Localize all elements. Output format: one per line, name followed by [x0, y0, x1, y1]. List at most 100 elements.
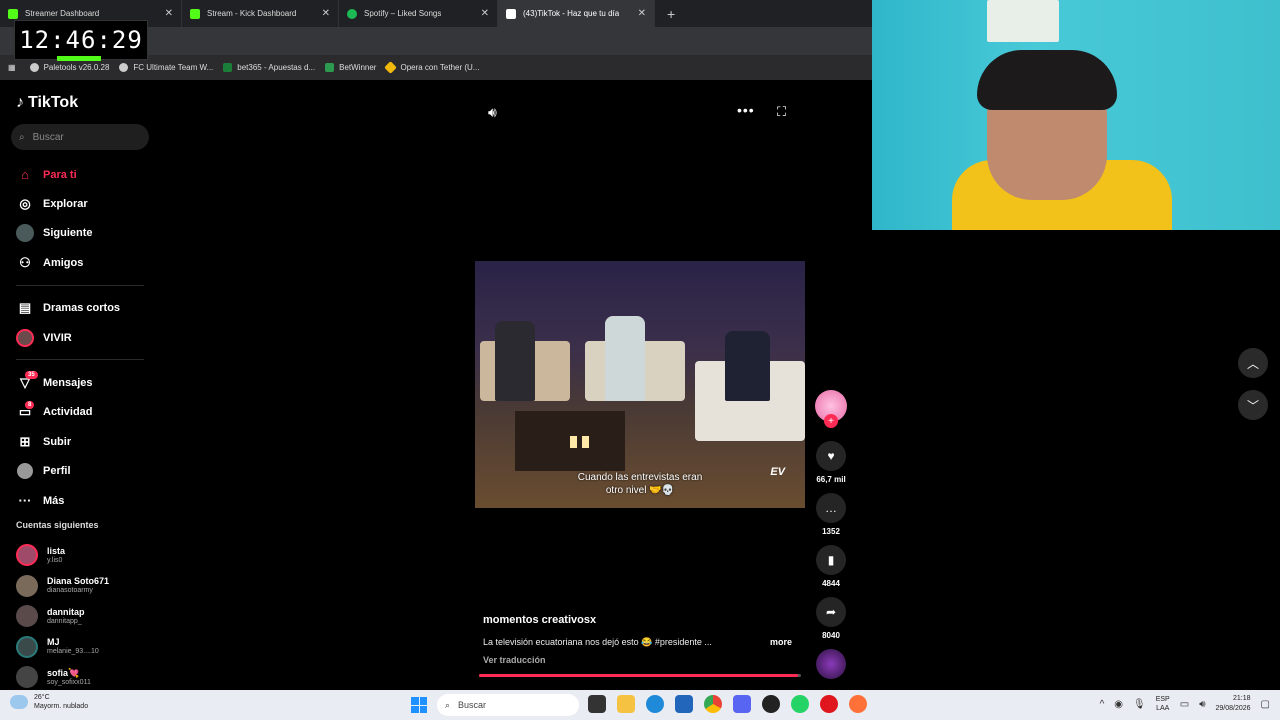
- nav-label: Amigos: [43, 256, 84, 269]
- chrome-icon[interactable]: [704, 695, 722, 713]
- search-input[interactable]: ⌕ Buscar: [11, 124, 149, 150]
- store-icon[interactable]: [675, 695, 693, 713]
- previous-video-button[interactable]: ︿: [1238, 348, 1268, 378]
- discord-icon[interactable]: [733, 695, 751, 713]
- edge-icon[interactable]: [646, 695, 664, 713]
- spotify-icon: [347, 8, 357, 19]
- obs-icon[interactable]: [762, 695, 780, 713]
- sidebar-item-mas[interactable]: ··· Más: [16, 486, 146, 515]
- home-icon: ⌂: [21, 167, 29, 183]
- creator-avatar[interactable]: +: [815, 390, 847, 428]
- firefox-icon[interactable]: [849, 695, 867, 713]
- video-person-left: [495, 321, 535, 401]
- activity-badge: 8: [25, 400, 35, 409]
- nav-label: Más: [43, 494, 65, 507]
- more-icon: ···: [18, 493, 32, 509]
- apps-icon[interactable]: ▦: [8, 63, 16, 72]
- heart-icon[interactable]: ♥: [816, 441, 846, 471]
- microphone-icon[interactable]: 🎙︎: [1133, 699, 1146, 710]
- sidebar-item-siguiente[interactable]: Siguiente: [16, 219, 146, 248]
- close-icon[interactable]: ✕: [322, 8, 330, 19]
- logo-text: TikTok: [28, 94, 79, 111]
- file-explorer-icon[interactable]: [617, 695, 635, 713]
- tiktok-logo[interactable]: ♪ TikTok: [16, 94, 78, 112]
- comment-action[interactable]: … 1352: [815, 493, 847, 536]
- follow-plus-icon[interactable]: +: [824, 414, 838, 428]
- following-account[interactable]: lista y.lis0: [16, 540, 146, 571]
- share-icon[interactable]: ➦: [816, 597, 846, 627]
- close-icon[interactable]: ✕: [638, 8, 646, 19]
- compass-icon: ◎: [19, 196, 31, 212]
- tiktok-icon: ♪: [16, 94, 24, 111]
- translate-link[interactable]: Ver traducción: [483, 655, 546, 665]
- bet365-icon: [223, 63, 233, 72]
- taskbar-apps: [588, 695, 867, 713]
- notification-icon[interactable]: ▢: [1261, 699, 1270, 710]
- start-button[interactable]: [411, 697, 427, 713]
- next-video-button[interactable]: ﹀: [1238, 390, 1268, 420]
- sidebar-item-vivir[interactable]: VIVIR: [16, 323, 146, 352]
- bookmark-icon[interactable]: ▮: [816, 545, 846, 575]
- volume-icon[interactable]: 🔊︎: [488, 104, 497, 121]
- sidebar-item-mensajes[interactable]: ▽ 35 Mensajes: [16, 368, 146, 397]
- speaker-icon[interactable]: 🔊︎: [1199, 699, 1205, 710]
- like-action[interactable]: ♥ 66,7 mil: [815, 441, 847, 484]
- video-progress-bar[interactable]: [479, 674, 801, 677]
- task-view-icon[interactable]: [588, 695, 606, 713]
- network-icon[interactable]: ◉: [1114, 699, 1123, 710]
- following-account[interactable]: dannitap dannitapp_: [16, 601, 146, 632]
- following-account[interactable]: sofia💘 soy_sofixx011: [16, 662, 146, 693]
- upload-icon: ⊞: [19, 433, 31, 449]
- bookmark-label: bet365 - Apuestas d...: [237, 63, 316, 72]
- clock[interactable]: 21:18 29/08/2026: [1216, 694, 1251, 714]
- language-indicator[interactable]: ESP LAA: [1156, 695, 1170, 713]
- sidebar-item-perfil[interactable]: Perfil: [16, 457, 146, 486]
- display-icon[interactable]: ▭: [1180, 699, 1189, 710]
- share-action[interactable]: ➦ 8040: [815, 597, 847, 640]
- save-action[interactable]: ▮ 4844: [815, 545, 847, 588]
- bookmark-betwinner[interactable]: BetWinner: [325, 63, 376, 72]
- close-icon[interactable]: ✕: [481, 8, 489, 19]
- tab-title: (43)TikTok - Haz que tu día: [523, 9, 620, 18]
- sidebar-item-para-ti[interactable]: ⌂ Para ti: [16, 160, 146, 189]
- more-link[interactable]: more: [770, 637, 792, 647]
- taskbar-search[interactable]: ⌕ Buscar: [437, 694, 579, 716]
- account-username: y.lis0: [47, 556, 63, 564]
- bookmark-opera-tether[interactable]: Opera con Tether (U...: [384, 61, 480, 74]
- bookmark-paletools[interactable]: Paletools v26.0.28: [29, 63, 109, 72]
- more-options-icon[interactable]: •••: [737, 102, 755, 118]
- close-icon[interactable]: ✕: [165, 8, 173, 19]
- bookmark-bet365[interactable]: bet365 - Apuestas d...: [223, 63, 315, 72]
- comment-icon[interactable]: …: [816, 493, 846, 523]
- opera-icon[interactable]: [820, 695, 838, 713]
- account-name: lista: [47, 545, 66, 556]
- like-count: 66,7 mil: [816, 475, 846, 484]
- bookmark-label: Opera con Tether (U...: [400, 63, 480, 72]
- nav-label: Actividad: [43, 406, 93, 419]
- fullscreen-icon[interactable]: ⛶: [777, 104, 786, 120]
- sidebar-item-amigos[interactable]: ⚇ Amigos: [16, 248, 146, 277]
- following-account[interactable]: MJ melanie_93....10: [16, 632, 146, 663]
- sidebar-item-explorar[interactable]: ◎ Explorar: [16, 189, 146, 218]
- tab-spotify[interactable]: Spotify – Liked Songs ✕: [339, 0, 498, 27]
- sidebar-item-actividad[interactable]: ▭ 8 Actividad: [16, 398, 146, 427]
- new-tab-button[interactable]: +: [667, 6, 675, 22]
- avatar: [16, 635, 38, 658]
- video-player[interactable]: Cuando las entrevistas eran otro nivel 🤝…: [475, 261, 805, 508]
- sidebar-item-dramas[interactable]: ▤ Dramas cortos: [16, 294, 146, 323]
- dramas-icon: ▤: [18, 300, 32, 316]
- bookmark-fc-ultimate[interactable]: FC Ultimate Team W...: [119, 63, 213, 72]
- chevron-up-icon[interactable]: ^: [1100, 699, 1105, 710]
- weather-widget[interactable]: 26°C Mayorm. nublado: [10, 693, 88, 711]
- following-account[interactable]: Diana Soto671 dianasotoarmy: [16, 571, 146, 602]
- tab-kick-dashboard[interactable]: Stream - Kick Dashboard ✕: [182, 0, 339, 27]
- sidebar-item-subir[interactable]: ⊞ Subir: [16, 427, 146, 456]
- time: 21:18: [1233, 695, 1251, 702]
- account-username: dianasotoarmy: [47, 587, 93, 595]
- tab-tiktok[interactable]: (43)TikTok - Haz que tu día ✕: [498, 0, 655, 27]
- account-username: melanie_93....10: [47, 648, 99, 656]
- video-author[interactable]: momentos creativosx: [483, 614, 596, 626]
- whatsapp-icon[interactable]: [791, 695, 809, 713]
- divider: [16, 352, 144, 361]
- music-disc-icon[interactable]: [816, 649, 846, 679]
